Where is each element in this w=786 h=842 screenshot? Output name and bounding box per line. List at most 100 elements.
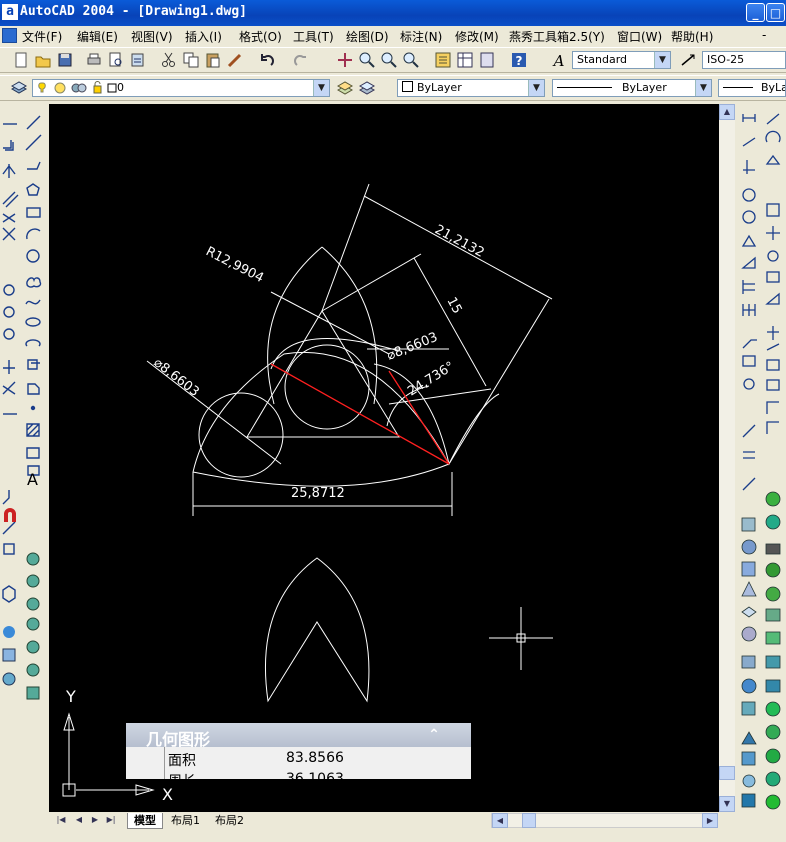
linear-dimension-icon[interactable] [742,114,756,122]
menu-view[interactable]: 视图(V) [131,28,173,45]
layer-manager-icon[interactable] [10,79,28,97]
landscape-library-icon[interactable] [765,631,781,645]
leaf-icon[interactable] [765,794,781,810]
drawing-area[interactable]: R12,9904 ⌀8,6603 ⌀8,6603 21,2132 15 24,7… [49,104,719,812]
torus-icon[interactable] [2,672,16,686]
previous-tab-icon[interactable]: ◀ [71,813,87,829]
wireframe-3d-icon[interactable] [741,606,757,618]
line-tool-icon[interactable] [26,115,41,130]
dimension-edit-icon[interactable] [742,424,756,438]
menu-window[interactable]: 窗口(W) [617,28,662,45]
zoom-window-icon[interactable] [380,51,398,69]
redo-icon[interactable] [292,51,310,69]
statistics-icon[interactable] [765,679,781,693]
scroll-down-icon[interactable]: ▼ [719,796,735,812]
ucs-icon[interactable] [767,326,779,340]
match-properties-icon[interactable] [226,51,244,69]
scroll-thumb[interactable] [719,766,735,780]
hidden-icon[interactable] [741,581,757,597]
camera-icon[interactable] [765,543,781,555]
make-block-icon[interactable] [27,383,40,395]
stretch-tool-icon[interactable] [3,328,15,340]
render-preferences-icon[interactable] [765,655,781,669]
3d-pan-icon[interactable] [766,226,780,240]
ordinate-dimension-icon[interactable] [743,160,755,174]
menu-insert[interactable]: 插入(I) [185,28,222,45]
3d-zoom-icon[interactable] [767,250,779,262]
section-tool-icon[interactable] [26,640,40,654]
ellipse-tool-icon[interactable] [25,317,41,327]
document-minimize-button[interactable]: - [762,28,766,42]
move-tool-icon[interactable] [2,227,16,241]
scroll-right-icon[interactable]: ▶ [702,813,718,828]
properties-icon[interactable] [434,51,452,69]
menu-tools[interactable]: 工具(T) [293,28,334,45]
aligned-dimension-icon[interactable] [742,137,756,147]
globe-icon[interactable] [765,771,781,787]
scroll-up-icon[interactable]: ▲ [719,104,735,120]
gradient-tool-icon[interactable] [26,447,40,459]
angular-dimension-icon[interactable] [741,234,757,247]
document-icon[interactable] [2,28,17,43]
ucs-object-icon[interactable] [766,359,780,371]
cube-icon[interactable] [2,648,16,662]
sphere-solid-icon[interactable] [765,491,781,507]
ucs-view-icon[interactable] [766,401,779,414]
open-folder-icon[interactable] [34,51,52,69]
mapping-icon[interactable] [741,731,757,745]
new-file-icon[interactable] [12,51,30,69]
menu-modify[interactable]: 修改(M) [455,28,499,45]
magnet-icon[interactable] [4,508,16,522]
menu-yanxiu-toolbox[interactable]: 燕秀工具箱2.5(Y) [509,28,605,45]
box-solid-icon[interactable] [2,585,16,603]
menu-edit[interactable]: 编辑(E) [77,28,118,45]
polyline-tool-icon[interactable] [27,161,41,170]
explode-tool-icon[interactable] [3,543,15,555]
slice-tool-icon[interactable] [26,617,40,631]
new-landscape-icon[interactable] [741,793,756,808]
render-icon[interactable] [741,626,757,642]
restore-button[interactable]: □ [766,3,785,22]
flat-shaded-icon[interactable] [741,561,756,577]
3d-orbit-icon[interactable] [765,113,781,143]
gouraud-shaded-icon[interactable] [741,539,757,555]
save-icon[interactable] [56,51,74,69]
first-tab-icon[interactable]: |◀ [53,813,69,829]
quick-leader-icon[interactable] [742,339,757,349]
rotate-tool-icon[interactable] [3,284,15,296]
text-style-icon[interactable]: A [550,51,568,69]
tolerance-icon[interactable] [742,355,756,367]
3d-view-top-icon[interactable] [766,203,780,217]
rectangle-tool-icon[interactable] [26,207,41,218]
polygon-tool-icon[interactable] [26,183,40,196]
dimension-text-edit-icon[interactable] [743,451,755,459]
menu-dimension[interactable]: 标注(N) [400,28,442,45]
construction-line-icon[interactable] [25,134,42,151]
next-tab-icon[interactable]: ▶ [87,813,103,829]
fillet-tool-icon[interactable] [2,521,16,535]
baseline-dimension-icon[interactable] [742,280,755,294]
people-icon[interactable] [765,586,781,602]
diameter-dimension-icon[interactable] [742,210,756,224]
layer-previous-icon[interactable] [358,79,376,97]
tab-layout1[interactable]: 布局1 [165,813,206,828]
print-icon[interactable] [85,51,103,69]
mirror-tool-icon[interactable] [2,164,16,178]
revision-cloud-icon[interactable] [26,277,42,288]
continue-dimension-icon[interactable] [742,304,756,316]
design-center-icon[interactable] [456,51,474,69]
print-preview-icon[interactable] [107,51,125,69]
bush-icon[interactable] [765,748,781,764]
menu-file[interactable]: 文件(F) [22,28,62,45]
plant-icon[interactable] [765,701,781,717]
materials-icon[interactable] [741,701,756,716]
solid-union-icon[interactable] [26,552,40,566]
publish-icon[interactable] [129,51,147,69]
undo-icon[interactable] [258,51,276,69]
dimension-update-icon[interactable] [742,477,756,491]
ucs-world-icon[interactable] [766,343,780,351]
panel-header[interactable]: 几何图形 ⌃ [126,723,471,749]
fog-icon[interactable] [742,774,756,788]
tab-layout2[interactable]: 布局2 [209,813,250,828]
arc-tool-icon[interactable] [26,228,41,240]
